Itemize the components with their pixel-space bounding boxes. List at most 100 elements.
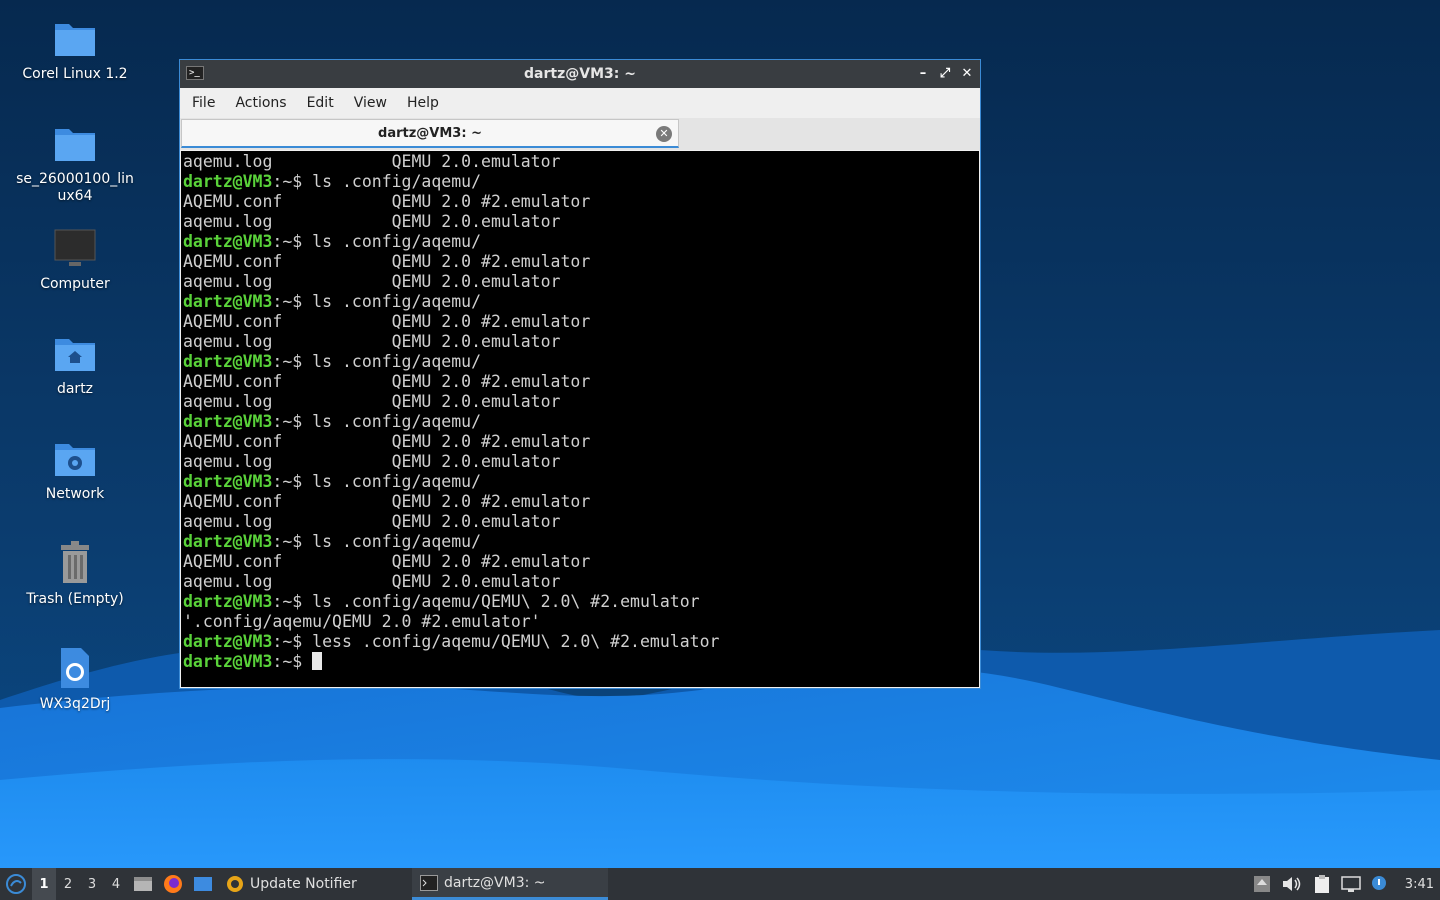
firefox-icon[interactable] bbox=[158, 868, 188, 900]
desktop-icon-computer[interactable]: Computer bbox=[10, 224, 140, 293]
prompt-path: :~$ bbox=[272, 292, 303, 311]
terminal-command-line: dartz@VM3:~$ ls .config/aqemu/ bbox=[183, 232, 979, 252]
update-notifier-icon bbox=[227, 876, 243, 892]
terminal-output-line: AQEMU.conf QEMU 2.0 #2.emulator bbox=[183, 312, 591, 331]
terminal-command-line: dartz@VM3:~$ ls .config/aqemu/ bbox=[183, 352, 979, 372]
workspace-1[interactable]: 1 bbox=[32, 868, 56, 900]
taskbar: 1 2 3 4 Update Notifier dartz@VM3: ~ 3:4… bbox=[0, 868, 1440, 900]
terminal-command-line: dartz@VM3:~$ ls .config/aqemu/ bbox=[183, 412, 979, 432]
prompt-path: :~$ bbox=[272, 532, 303, 551]
prompt-user: dartz@VM3 bbox=[183, 412, 273, 431]
terminal-output-line: AQEMU.conf QEMU 2.0 #2.emulator bbox=[183, 492, 591, 511]
prompt-user: dartz@VM3 bbox=[183, 632, 273, 651]
prompt-path: :~$ bbox=[272, 632, 303, 651]
desktop-icon-label: WX3q2Drj bbox=[39, 696, 111, 712]
command-text: less .config/aqemu/QEMU\ 2.0\ #2.emulato… bbox=[302, 632, 720, 651]
network-folder-icon bbox=[55, 444, 95, 476]
workspace-3[interactable]: 3 bbox=[80, 868, 104, 900]
notification-icon[interactable] bbox=[1371, 875, 1387, 893]
command-text: ls .config/aqemu/ bbox=[302, 172, 482, 191]
terminal-output-line: AQEMU.conf QEMU 2.0 #2.emulator bbox=[183, 192, 591, 211]
terminal-output[interactable]: aqemu.log QEMU 2.0.emulator dartz@VM3:~$ … bbox=[181, 151, 979, 687]
prompt-user: dartz@VM3 bbox=[183, 472, 273, 491]
menu-file[interactable]: File bbox=[182, 95, 225, 111]
task-terminal[interactable]: dartz@VM3: ~ bbox=[412, 868, 608, 900]
command-text: ls .config/aqemu/ bbox=[302, 412, 482, 431]
task-update-notifier[interactable]: Update Notifier bbox=[218, 868, 412, 900]
terminal-output-line: aqemu.log QEMU 2.0.emulator bbox=[183, 452, 561, 471]
terminal-output-line: aqemu.log QEMU 2.0.emulator bbox=[183, 512, 561, 531]
window-title: dartz@VM3: ~ bbox=[524, 66, 636, 82]
workspace-2[interactable]: 2 bbox=[56, 868, 80, 900]
terminal-output-line: aqemu.log QEMU 2.0.emulator bbox=[183, 572, 561, 591]
menu-bar: File Actions Edit View Help bbox=[180, 88, 980, 118]
tab-close-icon[interactable]: ✕ bbox=[656, 126, 672, 142]
terminal-output-line: AQEMU.conf QEMU 2.0 #2.emulator bbox=[183, 252, 591, 271]
desktop-icon-label: se_26000100_linux64 bbox=[16, 171, 134, 204]
terminal-command-line: dartz@VM3:~$ bbox=[183, 652, 979, 672]
command-text: ls .config/aqemu/ bbox=[302, 472, 482, 491]
terminal-output-line: '.config/aqemu/QEMU 2.0 #2.emulator' bbox=[183, 612, 541, 631]
desktop-icon-label: dartz bbox=[56, 381, 94, 397]
menu-help[interactable]: Help bbox=[397, 95, 449, 111]
prompt-path: :~$ bbox=[272, 652, 303, 671]
tab-terminal[interactable]: dartz@VM3: ~ ✕ bbox=[181, 119, 679, 148]
desktop-icon-label: Network bbox=[45, 486, 105, 502]
computer-icon bbox=[54, 229, 96, 266]
terminal-app-icon[interactable]: >_ bbox=[186, 66, 204, 80]
terminal-window[interactable]: >_ dartz@VM3: ~ – ⤢ ✕ File Actions Edit … bbox=[179, 59, 981, 689]
eject-icon[interactable] bbox=[1253, 875, 1271, 893]
minimize-button[interactable]: – bbox=[916, 64, 930, 84]
terminal-command-line: dartz@VM3:~$ ls .config/aqemu/QEMU\ 2.0\… bbox=[183, 592, 979, 612]
close-button[interactable]: ✕ bbox=[960, 64, 974, 84]
terminal-output-line: aqemu.log QEMU 2.0.emulator bbox=[183, 392, 561, 411]
prompt-user: dartz@VM3 bbox=[183, 172, 273, 191]
terminal-output-line: aqemu.log QEMU 2.0.emulator bbox=[183, 212, 561, 231]
prompt-path: :~$ bbox=[272, 232, 303, 251]
prompt-path: :~$ bbox=[272, 592, 303, 611]
prompt-path: :~$ bbox=[272, 172, 303, 191]
volume-icon[interactable] bbox=[1281, 875, 1303, 893]
terminal-output-line: aqemu.log QEMU 2.0.emulator bbox=[183, 272, 561, 291]
command-text: ls .config/aqemu/ bbox=[302, 232, 482, 251]
terminal-output-line: AQEMU.conf QEMU 2.0 #2.emulator bbox=[183, 432, 591, 451]
desktop-icon-label: Trash (Empty) bbox=[26, 591, 124, 607]
web-file-icon bbox=[61, 648, 89, 688]
command-text: ls .config/aqemu/ bbox=[302, 352, 482, 371]
system-tray: 3:41 bbox=[1253, 874, 1440, 894]
terminal-command-line: dartz@VM3:~$ ls .config/aqemu/ bbox=[183, 472, 979, 492]
desktop-icon-label: Computer bbox=[40, 276, 110, 292]
folder-icon bbox=[55, 129, 95, 161]
prompt-path: :~$ bbox=[272, 352, 303, 371]
desktop-icon-trash[interactable]: Trash (Empty) bbox=[10, 539, 140, 608]
desktop-icon-dartz[interactable]: dartz bbox=[10, 329, 140, 398]
menu-edit[interactable]: Edit bbox=[297, 95, 344, 111]
terminal-output-line: aqemu.log QEMU 2.0.emulator bbox=[183, 332, 561, 351]
clipboard-icon[interactable] bbox=[1313, 874, 1331, 894]
workspace-4[interactable]: 4 bbox=[104, 868, 128, 900]
lubuntu-start-icon[interactable] bbox=[0, 868, 32, 900]
terminal-command-line: dartz@VM3:~$ less .config/aqemu/QEMU\ 2.… bbox=[183, 632, 979, 652]
network-status-icon[interactable] bbox=[1341, 875, 1361, 893]
clock[interactable]: 3:41 bbox=[1405, 877, 1434, 892]
prompt-user: dartz@VM3 bbox=[183, 532, 273, 551]
show-desktop-icon[interactable] bbox=[188, 868, 218, 900]
task-label: Update Notifier bbox=[250, 876, 357, 892]
terminal-cursor bbox=[312, 652, 323, 670]
menu-actions[interactable]: Actions bbox=[225, 95, 296, 111]
file-manager-icon[interactable] bbox=[128, 868, 158, 900]
tab-bar: dartz@VM3: ~ ✕ bbox=[180, 118, 980, 150]
desktop-icon-network[interactable]: Network bbox=[10, 434, 140, 503]
tab-label: dartz@VM3: ~ bbox=[378, 125, 482, 141]
desktop-icon-label: Corel Linux 1.2 bbox=[22, 66, 128, 82]
menu-view[interactable]: View bbox=[344, 95, 397, 111]
desktop-icon-wx3q2drj[interactable]: WX3q2Drj bbox=[10, 644, 140, 713]
folder-icon bbox=[55, 24, 95, 56]
prompt-user: dartz@VM3 bbox=[183, 652, 273, 671]
window-titlebar[interactable]: >_ dartz@VM3: ~ – ⤢ ✕ bbox=[180, 60, 980, 88]
maximize-button[interactable]: ⤢ bbox=[938, 64, 952, 84]
desktop-icon-corel-linux[interactable]: Corel Linux 1.2 bbox=[10, 14, 140, 83]
prompt-user: dartz@VM3 bbox=[183, 292, 273, 311]
desktop-icon-se-folder[interactable]: se_26000100_linux64 bbox=[10, 119, 140, 205]
terminal-output-line: aqemu.log QEMU 2.0.emulator bbox=[183, 152, 561, 171]
